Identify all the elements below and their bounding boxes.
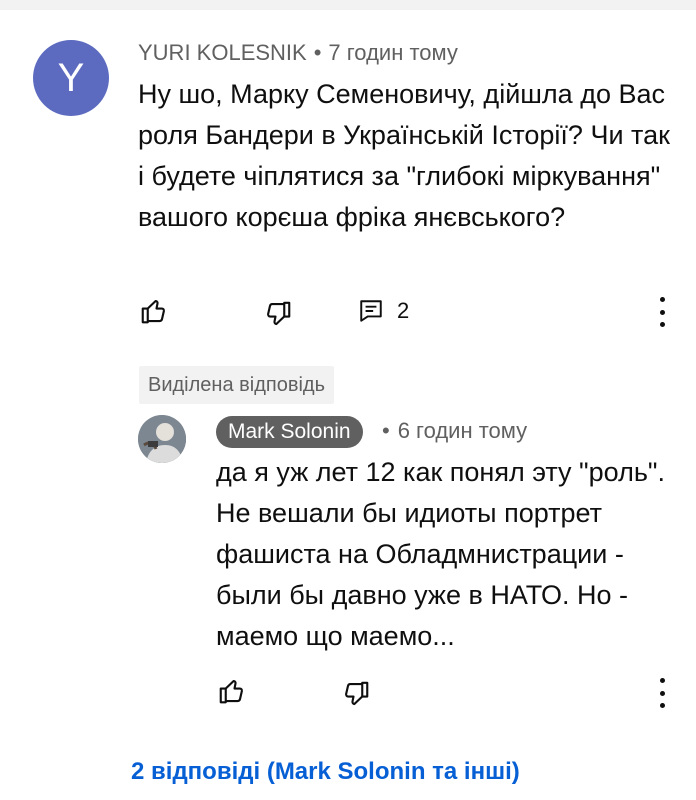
view-more-replies-link[interactable]: 2 відповіді (Mark Solonin та інші) (131, 758, 520, 786)
reply-icon (360, 300, 382, 322)
avatar-letter: Y (57, 55, 85, 100)
like-icon (219, 679, 243, 704)
comment-meta: YURI KOLESNIK • 7 годин тому (138, 40, 458, 66)
avatar-photo (138, 415, 186, 463)
avatar-yuri[interactable]: Y (33, 40, 109, 116)
comment-author[interactable]: YURI KOLESNIK (138, 40, 307, 65)
dislike-icon (345, 681, 369, 706)
meta-separator: • (313, 40, 322, 65)
reply-button[interactable] (357, 297, 385, 325)
highlighted-reply-label: Виділена відповідь (139, 366, 334, 404)
reply-dislike-button[interactable] (340, 678, 372, 710)
dislike-icon (267, 301, 291, 326)
top-divider (0, 0, 696, 10)
dislike-button[interactable] (262, 298, 294, 330)
reply-more-vert-icon[interactable] (650, 678, 674, 708)
reply-meta: • 6 годин тому (382, 418, 527, 444)
meta-separator: • (382, 418, 390, 443)
reply-text: да я уж лет 12 как понял эту "роль". Не … (216, 457, 665, 651)
comment-text: Ну шо, Марку Семеновичу, дійшла до Вас р… (138, 79, 670, 232)
reply-like-button[interactable] (216, 675, 248, 707)
like-icon (141, 299, 165, 324)
like-button[interactable] (138, 295, 170, 327)
comment-time[interactable]: 7 годин тому (328, 40, 457, 65)
reply-time[interactable]: 6 годин тому (398, 418, 527, 443)
reply-count[interactable]: 2 (397, 298, 409, 324)
avatar-mark-solonin[interactable] (138, 415, 186, 463)
more-vert-icon[interactable] (650, 297, 674, 327)
reply-author-chip[interactable]: Mark Solonin (216, 416, 363, 448)
